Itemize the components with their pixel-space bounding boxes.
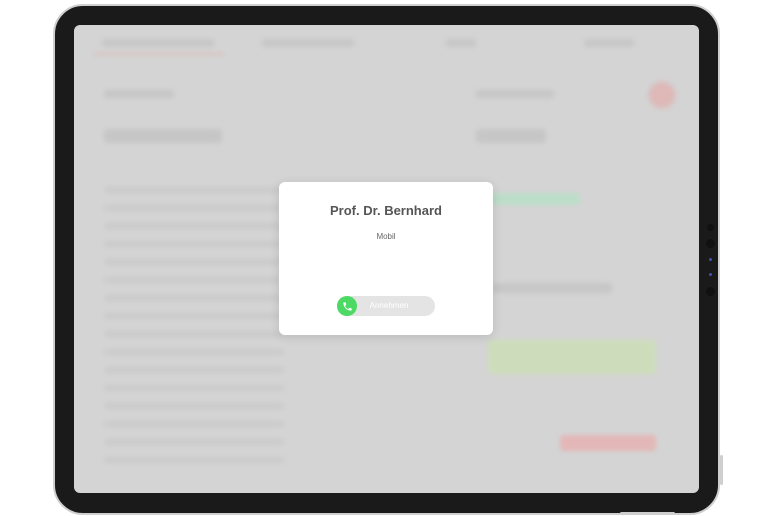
blurred-table-row	[104, 241, 284, 247]
blurred-tab-underline	[94, 53, 224, 55]
side-button	[720, 455, 723, 485]
indicator-dot	[709, 258, 712, 261]
blurred-table-row	[104, 313, 284, 319]
blurred-heading	[104, 129, 222, 143]
side-button	[620, 512, 675, 515]
blurred-table-row	[104, 439, 284, 445]
phone-icon	[342, 301, 352, 311]
answer-label: Annehmen	[369, 301, 409, 310]
blurred-table-row	[104, 205, 284, 211]
blurred-action-button	[560, 435, 656, 451]
blurred-table-row	[104, 295, 284, 301]
sensor-dot	[706, 287, 715, 296]
blurred-heading	[492, 283, 612, 293]
blurred-table-row	[104, 385, 284, 391]
indicator-dot	[709, 273, 712, 276]
blurred-table-row	[104, 259, 284, 265]
blurred-table-row	[104, 367, 284, 373]
blurred-table-row	[104, 403, 284, 409]
blurred-chart	[488, 340, 656, 374]
blurred-table-row	[104, 223, 284, 229]
blurred-table-row	[104, 187, 284, 193]
call-type-label: Mobil	[376, 232, 396, 241]
blurred-tab	[584, 39, 634, 47]
blurred-tab	[446, 39, 476, 47]
blurred-table-row	[104, 421, 284, 427]
blurred-tab	[102, 39, 214, 47]
answer-slider-knob[interactable]	[337, 296, 357, 316]
incoming-call-dialog: Prof. Dr. Bernhard Mobil Annehmen	[279, 182, 493, 335]
blurred-heading	[476, 129, 546, 143]
blurred-avatar	[648, 81, 676, 109]
blurred-status-bar	[490, 193, 580, 205]
blurred-label	[476, 90, 554, 98]
answer-call-slider[interactable]: Annehmen	[337, 296, 435, 316]
sensor-dot	[706, 239, 715, 248]
blurred-table-row	[104, 349, 284, 355]
blurred-label	[104, 90, 174, 98]
caller-name: Prof. Dr. Bernhard	[330, 203, 442, 218]
camera-dot	[707, 224, 714, 231]
blurred-table-row	[104, 331, 284, 337]
blurred-table-row	[104, 457, 284, 463]
blurred-table-row	[104, 277, 284, 283]
blurred-tab	[262, 39, 354, 47]
